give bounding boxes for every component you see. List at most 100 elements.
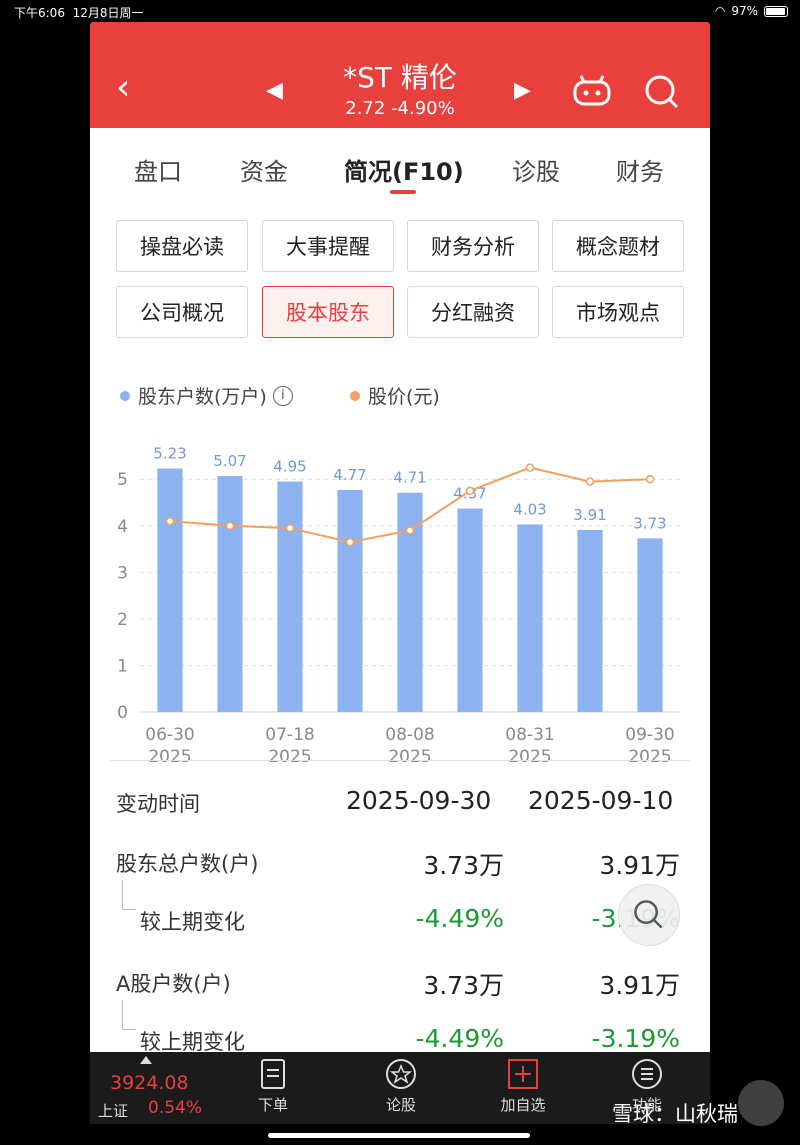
sub-button-financial-analysis[interactable]: 财务分析: [407, 220, 539, 272]
x-tick-date: 09-30: [625, 725, 674, 745]
bar-value-label: 5.07: [213, 452, 246, 470]
row-label-a-holders: A股户数(户): [116, 972, 231, 996]
a-change-col-1: -4.49%: [415, 1024, 504, 1052]
row-label-change: 较上期变化: [140, 1030, 245, 1052]
price-point: [525, 463, 535, 472]
legend-holders-label: 股东户数(万户): [138, 386, 267, 408]
holder-bar: [517, 524, 543, 712]
search-icon[interactable]: [644, 74, 680, 110]
next-stock-icon[interactable]: ▶: [514, 78, 531, 103]
change-time-label: 变动时间: [116, 792, 200, 816]
price-point: [165, 516, 175, 526]
wifi-icon: ◠: [714, 4, 726, 18]
legend-holders-swatch: [120, 390, 130, 401]
tab-funds[interactable]: 资金: [240, 152, 288, 187]
bar-value-label: 4.95: [273, 458, 306, 476]
holder-bar: [277, 481, 303, 712]
total-holders-col-1: 3.73万: [423, 851, 504, 880]
status-bar: 下午6:06 12月8日周一 ◠ 97%: [0, 0, 800, 22]
star-badge-icon: [386, 1059, 416, 1089]
legend-price-swatch: [350, 390, 360, 401]
price-point: [285, 523, 295, 533]
sub-button-company-profile[interactable]: 公司概况: [116, 286, 248, 338]
a-holders-col-2: 3.91万: [599, 971, 680, 1000]
y-tick-label: 3: [117, 563, 128, 583]
holder-bar: [577, 529, 603, 712]
up-arrow-icon: [140, 1056, 152, 1064]
date-col-2: 2025-09-10: [528, 786, 674, 815]
holder-bar: [217, 475, 243, 712]
price-point: [585, 477, 595, 486]
status-right: ◠ 97%: [715, 4, 788, 18]
index-value[interactable]: 3924.08: [110, 1072, 189, 1094]
legend-price-label: 股价(元): [368, 386, 440, 408]
zoom-search-icon[interactable]: [618, 884, 680, 946]
x-tick-date: 08-31: [505, 725, 554, 745]
active-tab-indicator: [390, 190, 416, 194]
row-label-total-holders: 股东总户数(户): [116, 852, 259, 876]
document-icon: [261, 1059, 285, 1089]
tab-diagnose[interactable]: 诊股: [512, 152, 560, 187]
sub-button-concepts[interactable]: 概念题材: [552, 220, 684, 272]
y-tick-label: 0: [117, 703, 128, 723]
info-icon[interactable]: i: [272, 385, 293, 406]
bar-value-label: 4.77: [333, 466, 366, 484]
stock-header: ‹ ◀ *ST 精伦 2.72 -4.90% ▶: [90, 22, 710, 128]
price-point: [405, 526, 415, 535]
menu-icon: [632, 1059, 662, 1089]
sub-button-dividends[interactable]: 分红融资: [407, 286, 539, 338]
legend-holders: 股东户数(万户) i: [120, 382, 293, 409]
watermark: 雪球：山秋瑞: [612, 1102, 738, 1126]
bar-value-label: 4.03: [513, 500, 546, 518]
discuss-button[interactable]: 论股: [366, 1058, 436, 1115]
total-holders-col-2: 3.91万: [599, 851, 680, 880]
prev-stock-icon[interactable]: ◀: [266, 78, 283, 103]
holder-bar: [157, 468, 183, 712]
a-change-col-2: -3.19%: [591, 1024, 680, 1052]
holder-bar: [637, 538, 663, 712]
back-icon[interactable]: ‹: [116, 70, 130, 106]
date-col-1: 2025-09-30: [346, 786, 492, 815]
sub-button-shareholders[interactable]: 股本股东: [262, 286, 394, 338]
price-point: [645, 474, 655, 484]
index-change: 0.54%: [148, 1098, 203, 1118]
index-name: 上证: [98, 1102, 129, 1120]
battery-icon: [764, 5, 788, 17]
x-tick-year: 2025: [628, 747, 671, 767]
order-button[interactable]: 下单: [238, 1058, 308, 1115]
stock-name: *ST 精伦: [343, 61, 457, 94]
holder-bar: [457, 508, 483, 712]
price-point: [225, 521, 235, 531]
tab-f10[interactable]: 简况(F10): [344, 152, 464, 187]
y-tick-label: 4: [117, 517, 128, 537]
x-tick-date: 06-30: [145, 725, 194, 745]
floating-button[interactable]: [738, 1080, 784, 1126]
home-indicator[interactable]: [268, 1133, 530, 1138]
tab-pankou[interactable]: 盘口: [134, 152, 182, 187]
app-screen: ‹ ◀ *ST 精伦 2.72 -4.90% ▶ 盘口 资金 简况(F10) 诊…: [90, 22, 710, 1052]
bar-value-label: 5.23: [153, 445, 186, 463]
sub-button-events[interactable]: 大事提醒: [262, 220, 394, 272]
holders-price-chart: 0123455.235.074.954.774.714.374.033.913.…: [117, 445, 680, 767]
add-watchlist-button[interactable]: 加自选: [488, 1058, 558, 1115]
add-icon: [508, 1059, 538, 1089]
holder-bar: [337, 489, 363, 712]
bar-value-label: 4.71: [393, 469, 426, 487]
bar-value-label: 3.91: [573, 506, 606, 524]
x-tick-date: 07-18: [265, 725, 314, 745]
sub-button-market-views[interactable]: 市场观点: [552, 286, 684, 338]
x-tick-year: 2025: [508, 747, 551, 767]
robot-assistant-icon[interactable]: [572, 74, 612, 106]
tree-connector: [122, 1000, 136, 1030]
status-time: 下午6:06 12月8日周一: [14, 6, 144, 20]
x-tick-year: 2025: [388, 747, 431, 767]
price-point: [345, 537, 355, 547]
y-tick-label: 2: [117, 610, 128, 630]
y-tick-label: 5: [117, 470, 128, 490]
sub-button-must-read[interactable]: 操盘必读: [116, 220, 248, 272]
tab-finance[interactable]: 财务: [616, 152, 664, 187]
x-tick-year: 2025: [268, 747, 311, 767]
bar-value-label: 3.73: [633, 514, 666, 532]
total-change-col-1: -4.49%: [415, 904, 504, 933]
tree-connector: [122, 880, 136, 910]
